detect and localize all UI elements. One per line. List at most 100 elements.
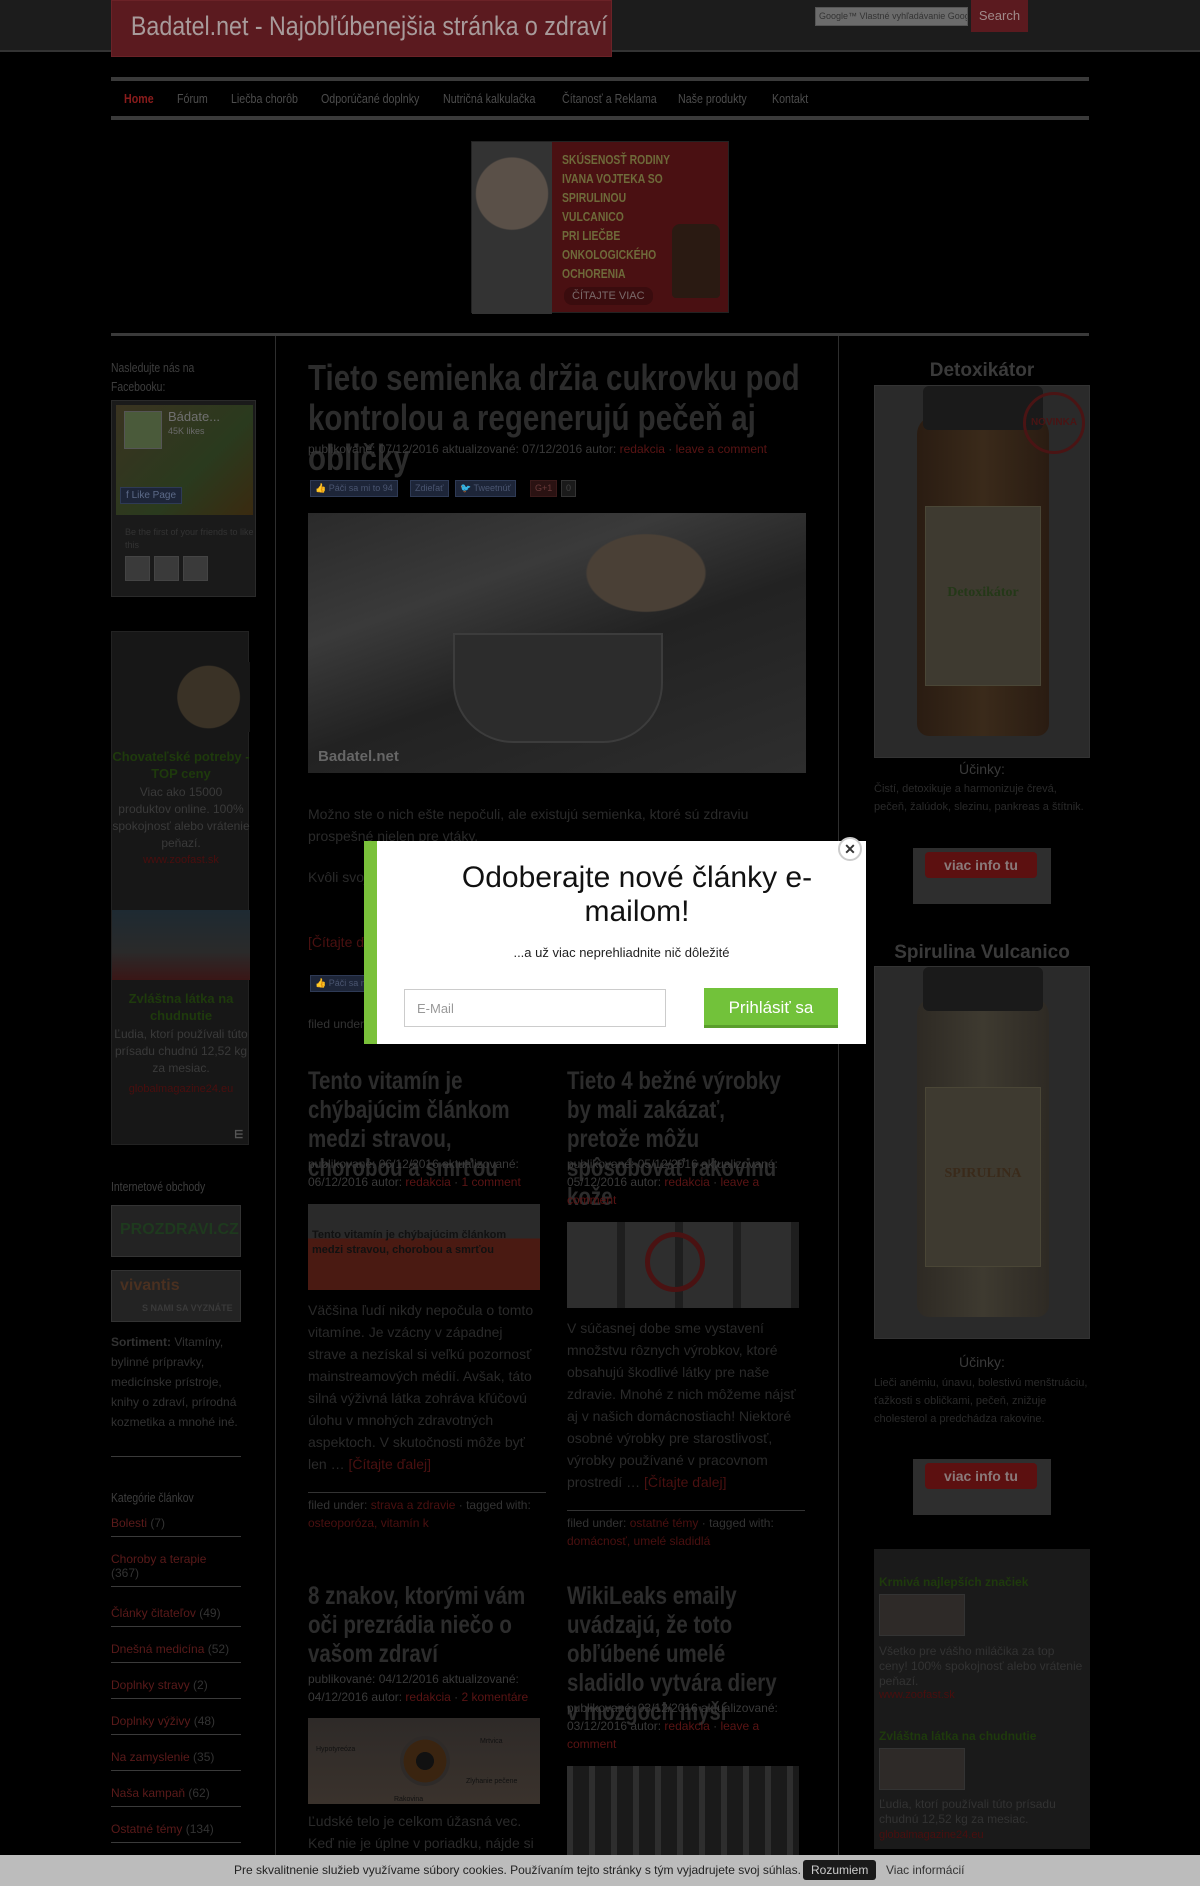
post-thumbnail[interactable] xyxy=(567,1222,799,1308)
ad-url-diet[interactable]: globalmagazine24.eu xyxy=(879,1829,984,1841)
category-item[interactable]: Ostatné témy (134) xyxy=(111,1822,241,1843)
facebook-widget[interactable]: Bádate... 45K likes f Like Page Be the f… xyxy=(111,400,256,597)
post-title[interactable]: 8 znakov, ktorými vám oči prezrádia nieč… xyxy=(308,1582,529,1669)
effects-text: Lieči anémiu, únavu, bolestivú menštruác… xyxy=(874,1377,1088,1425)
ad-url-diet[interactable]: globalmagazine24.eu xyxy=(112,1083,250,1095)
ad-title-diet[interactable]: Zvláštna látka na chudnutie xyxy=(112,990,250,1024)
tweet-button[interactable]: 🐦 Tweetnúť xyxy=(455,480,516,497)
main-post-title[interactable]: Tieto semienka držia cukrovku pod kontro… xyxy=(308,358,808,478)
nav-nutricna-kalkulacka[interactable]: Nutričná kalkulačka xyxy=(443,91,535,106)
avatar xyxy=(125,556,150,581)
tag-links[interactable]: osteoporóza, vitamín k xyxy=(308,1516,429,1530)
divider xyxy=(111,333,1089,336)
category-item[interactable]: Na zamyslenie (35) xyxy=(111,1750,241,1771)
facebook-like-button[interactable]: 👍 Páči sa mi to 94 xyxy=(310,480,398,497)
post-thumbnail[interactable] xyxy=(567,1766,799,1855)
search-input[interactable]: Google™ Vlastné vyhľadávanie Google xyxy=(815,7,968,26)
divider xyxy=(111,1456,241,1457)
category-item[interactable]: Dnešná medicína (52) xyxy=(111,1642,241,1663)
nav-home[interactable]: Home xyxy=(124,91,154,106)
popup-subtitle: ...a už viac neprehliadnite nič dôležité xyxy=(513,945,730,960)
ad-choices-icon[interactable]: ⋿ xyxy=(234,1128,244,1141)
left-sidebar-ad[interactable]: Chovateľské potreby - TOP ceny Viac ako … xyxy=(111,631,250,1145)
nav-odporucane-doplnky[interactable]: Odporúčané doplnky xyxy=(321,91,419,106)
category-link[interactable]: strava a zdravie xyxy=(371,1498,456,1512)
category-item[interactable]: Bolesti (7) xyxy=(111,1516,241,1537)
shops-description: Sortiment: Vitamíny, bylinné prípravky, … xyxy=(111,1335,238,1429)
top-banner-ad[interactable]: SKÚSENOSŤ RODINY IVANA VOJTEKA SO SPIRULIN… xyxy=(471,141,729,314)
shop-vivantis[interactable]: vivantis S NAMI SA VYZNÁTE xyxy=(111,1270,241,1322)
category-item[interactable]: Choroby a terapie (367) xyxy=(111,1552,241,1587)
post-read-more[interactable]: [Čítajte ďalej] xyxy=(348,1456,431,1472)
google-plus-button[interactable]: G+1 xyxy=(530,480,558,497)
category-item[interactable]: Doplnky výživy (48) xyxy=(111,1714,241,1735)
post-excerpt: V súčasnej dobe sme vystavení množstvu r… xyxy=(567,1320,796,1490)
nav-liecba-chorob[interactable]: Liečba chorôb xyxy=(231,91,298,106)
nav-kontakt[interactable]: Kontakt xyxy=(772,91,808,106)
author-link[interactable]: redakcia xyxy=(664,1719,709,1733)
divider xyxy=(308,1492,546,1493)
facebook-like-button[interactable]: f Like Page xyxy=(120,487,183,504)
bottle-label: SPIRULINA xyxy=(925,1087,1041,1267)
comment-link[interactable]: 1 comment xyxy=(461,1175,520,1189)
product-title-spirulina[interactable]: Spirulina Vulcanico xyxy=(874,942,1090,964)
more-info-button[interactable]: viac info tu xyxy=(925,1463,1037,1489)
post-filed-under: filed under: ostatné témy · tagged with:… xyxy=(567,1516,774,1548)
ad-text-diet: Ľudia, ktorí používali túto prísadu chud… xyxy=(879,1797,1056,1826)
divider xyxy=(567,1510,805,1511)
effects-heading: Účinky: xyxy=(959,1354,1005,1370)
author-link[interactable]: redakcia xyxy=(620,442,665,456)
email-field[interactable]: E-Mail xyxy=(404,989,666,1027)
ad-url-pets[interactable]: www.zoofast.sk xyxy=(112,854,250,866)
newsletter-popup: Odoberajte nové články e-mailom! ...a už… xyxy=(364,837,866,1044)
main-post-read-more[interactable]: [Čítajte ďalej] xyxy=(308,931,368,953)
effects-heading: Účinky: xyxy=(959,761,1005,777)
product-title-detoxikator[interactable]: Detoxikátor xyxy=(874,360,1090,382)
post-meta: publikované: 05/12/2016 aktualizované: 0… xyxy=(567,1157,778,1207)
comment-link[interactable]: leave a comment xyxy=(676,442,767,456)
ad-title-pets[interactable]: Krmivá najlepších značiek xyxy=(879,1575,1028,1589)
ad-title-pets[interactable]: Chovateľské potreby - TOP ceny xyxy=(112,748,250,782)
facebook-page-name[interactable]: Bádate... xyxy=(168,409,220,424)
category-item[interactable]: Články čitateľov (49) xyxy=(111,1606,241,1627)
cookie-bar: Pre skvalitnenie služieb využívame súbor… xyxy=(0,1855,1200,1886)
cookie-accept-button[interactable]: Rozumiem xyxy=(803,1860,877,1880)
search-button[interactable]: Search xyxy=(971,0,1028,32)
post-filed-under: filed under: strava a zdravie · tagged w… xyxy=(308,1498,531,1530)
right-sidebar-ad[interactable]: Krmivá najlepších značiek Všetko pre váš… xyxy=(874,1549,1090,1849)
category-item[interactable]: Doplnky stravy (2) xyxy=(111,1678,241,1699)
product-image-spirulina[interactable]: SPIRULINA xyxy=(874,966,1090,1339)
cookie-more-info-link[interactable]: Viac informácií xyxy=(886,1863,964,1877)
strainer-bowl xyxy=(453,633,663,743)
category-item[interactable]: Naša kampaň (62) xyxy=(111,1786,241,1807)
post-read-more[interactable]: [Čítajte ďalej] xyxy=(644,1474,727,1490)
shop-vivantis-label: vivantis xyxy=(120,1277,180,1294)
nav-citanost-reklama[interactable]: Čítanosť a Reklama xyxy=(562,91,657,106)
post-thumbnail[interactable]: Tento vitamín je chýbajúcim článkom medz… xyxy=(308,1204,540,1290)
comment-link[interactable]: 2 komentáre xyxy=(461,1690,528,1704)
facebook-share-button[interactable]: Zdieľať xyxy=(410,480,449,497)
author-link[interactable]: redakcia xyxy=(405,1175,450,1189)
tag-links[interactable]: domácnosť, umelé sladidlá xyxy=(567,1534,710,1548)
ad-url-pets[interactable]: www.zoofast.sk xyxy=(879,1689,955,1701)
main-post-image[interactable]: Badatel.net xyxy=(308,513,806,773)
site-logo[interactable]: Badatel.net - Najobľúbenejšia stránka o … xyxy=(111,0,612,57)
categories-heading: Kategórie článkov xyxy=(111,1490,194,1505)
image-watermark: Badatel.net xyxy=(318,748,399,765)
site-logo-text[interactable]: Badatel.net - Najobľúbenejšia stránka o … xyxy=(112,1,608,42)
author-link[interactable]: redakcia xyxy=(664,1175,709,1189)
post-thumbnail[interactable]: Hypotyreóza Mrtvica Zlyhanie pečene Rako… xyxy=(308,1718,540,1804)
category-link[interactable]: ostatné témy xyxy=(630,1516,699,1530)
author-link[interactable]: redakcia xyxy=(405,1690,450,1704)
twitter-icon: 🐦 xyxy=(460,483,474,493)
ad-text-pets: Všetko pre vášho miláčika za top ceny! 1… xyxy=(879,1644,1083,1688)
product-image-detoxikator[interactable]: Detoxikátor NOVINKA xyxy=(874,385,1090,758)
banner-read-more-button[interactable]: ČÍTAJTE VIAC xyxy=(564,287,653,305)
close-icon[interactable]: ✕ xyxy=(838,837,862,861)
nav-nase-produkty[interactable]: Naše produkty xyxy=(678,91,747,106)
shop-prozdravi[interactable]: PROZDRAVI.CZ xyxy=(111,1205,241,1257)
nav-forum[interactable]: Fórum xyxy=(177,91,208,106)
subscribe-button[interactable]: Prihlásiť sa xyxy=(704,988,838,1028)
more-info-button[interactable]: viac info tu xyxy=(925,852,1037,878)
ad-title-diet[interactable]: Zvláštna látka na chudnutie xyxy=(879,1729,1036,1743)
